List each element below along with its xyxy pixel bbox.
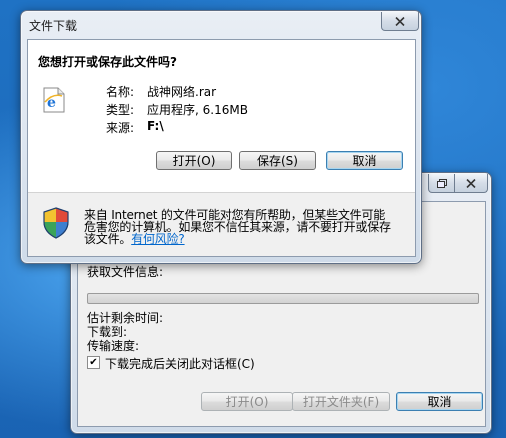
close-on-complete-label[interactable]: 下载完成后关闭此对话框(C) xyxy=(105,355,255,372)
open-folder-button[interactable]: 打开文件夹(F) xyxy=(292,392,390,411)
file-source-label: 来源: xyxy=(106,121,135,135)
open-button[interactable]: 打开(O) xyxy=(156,151,232,170)
shield-icon xyxy=(43,207,69,239)
close-button[interactable] xyxy=(454,174,488,193)
warning-line-3: 该文件。 xyxy=(84,232,132,246)
file-download-dialog: 文件下载 您想打开或保存此文件吗? e 名称: 战神网络.rar 类型: 应用程… xyxy=(20,10,422,264)
download-progress-bar xyxy=(87,293,479,304)
close-icon xyxy=(395,16,405,26)
download-question: 您想打开或保存此文件吗? xyxy=(38,55,177,69)
checkmark-icon: ✔ xyxy=(89,356,98,368)
ie-file-icon: e xyxy=(43,87,65,113)
file-name-value: 战神网络.rar xyxy=(147,85,217,99)
file-info-panel: 您想打开或保存此文件吗? e 名称: 战神网络.rar 类型: 应用程序, 6.… xyxy=(28,40,415,192)
file-name-label: 名称: xyxy=(106,85,135,99)
dialog-title: 文件下载 xyxy=(29,19,78,33)
close-on-complete-checkbox[interactable]: ✔ xyxy=(87,356,100,369)
file-type-label: 类型: xyxy=(106,103,135,117)
progress-cancel-button[interactable]: 取消 xyxy=(396,392,483,411)
what-is-the-risk-link[interactable]: 有何风险? xyxy=(131,232,185,246)
file-type-value: 应用程序, 6.16MB xyxy=(147,103,248,117)
dialog-cancel-button[interactable]: 取消 xyxy=(326,151,403,170)
close-icon xyxy=(466,178,476,188)
file-source-value: F:\ xyxy=(147,119,164,133)
dialog-close-button[interactable] xyxy=(381,12,419,31)
transfer-rate-label: 传输速度: xyxy=(87,339,140,353)
security-warning-text: 来自 Internet 的文件可能对您有所帮助，但某些文件可能 危害您的计算机。… xyxy=(84,209,404,245)
restore-icon xyxy=(437,178,447,188)
security-warning-panel: 来自 Internet 的文件可能对您有所帮助，但某些文件可能 危害您的计算机。… xyxy=(28,192,415,256)
save-button[interactable]: 保存(S) xyxy=(239,151,316,170)
getting-info-label: 获取文件信息: xyxy=(87,265,164,279)
dialog-client-area: 您想打开或保存此文件吗? e 名称: 战神网络.rar 类型: 应用程序, 6.… xyxy=(27,39,416,257)
restore-button[interactable] xyxy=(428,174,456,193)
open-button-disabled[interactable]: 打开(O) xyxy=(201,392,293,411)
